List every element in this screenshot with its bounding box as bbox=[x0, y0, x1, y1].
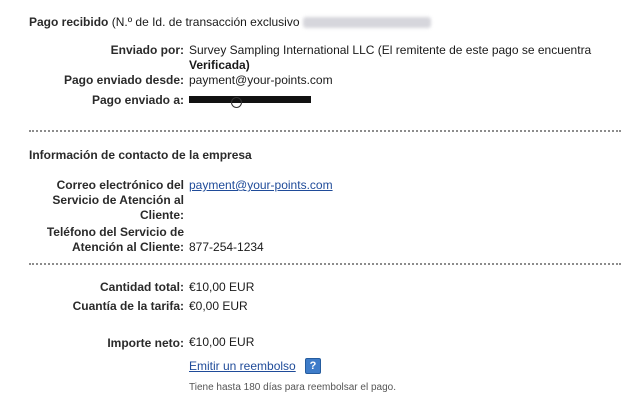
fee-amount-value: €0,00 EUR bbox=[189, 299, 248, 313]
section-divider bbox=[29, 130, 621, 132]
sent-from-label: Pago enviado desde: bbox=[63, 73, 184, 87]
support-phone-label: Teléfono del Servicio de Atención al Cli… bbox=[47, 225, 184, 255]
sent-to-label: Pago enviado a: bbox=[91, 93, 184, 107]
fee-amount-label: Cuantía de la tarifa: bbox=[72, 299, 184, 313]
transaction-id-label: (N.º de Id. de transacción exclusivo bbox=[111, 15, 300, 29]
sent-from-value: payment@your-points.com bbox=[189, 73, 333, 87]
section-divider bbox=[29, 263, 621, 265]
support-phone-label-line1: Teléfono del Servicio de bbox=[46, 225, 184, 239]
refund-note: Tiene hasta 180 días para reembolsar el … bbox=[189, 382, 396, 393]
support-email-label-line2: Servicio de Atención al bbox=[52, 193, 184, 207]
sent-to-redacted bbox=[189, 96, 311, 103]
sent-by-value: Survey Sampling International LLC (El re… bbox=[189, 43, 591, 73]
total-amount-label: Cantidad total: bbox=[100, 280, 184, 294]
total-amount-value: €10,00 EUR bbox=[189, 280, 255, 294]
net-amount-label: Importe neto: bbox=[107, 336, 184, 350]
support-email-label-line1: Correo electrónico del bbox=[56, 178, 184, 192]
sent-by-label: Enviado por: bbox=[110, 43, 184, 57]
support-email-label: Correo electrónico del Servicio de Atenc… bbox=[52, 178, 184, 223]
support-email-link[interactable]: payment@your-points.com bbox=[189, 178, 333, 193]
sent-by-verified: Verificada) bbox=[189, 58, 250, 72]
sent-to-redacted-at bbox=[231, 97, 242, 108]
sent-by-value-line1: Survey Sampling International LLC (El re… bbox=[189, 43, 592, 57]
transaction-header: Pago recibido (N.º de Id. de transacción… bbox=[29, 15, 431, 30]
page-title: Pago recibido bbox=[29, 15, 109, 29]
support-phone-value: 877-254-1234 bbox=[189, 240, 264, 254]
contact-section-title: Información de contacto de la empresa bbox=[29, 148, 252, 162]
support-phone-label-line2: Atención al Cliente: bbox=[71, 240, 184, 254]
support-email-label-line3: Cliente: bbox=[139, 208, 184, 222]
issue-refund-link[interactable]: Emitir un reembolso bbox=[189, 359, 296, 374]
question-mark-icon[interactable]: ? bbox=[305, 358, 321, 374]
net-amount-value: €10,00 EUR bbox=[189, 335, 255, 349]
transaction-id-redacted bbox=[302, 17, 431, 29]
